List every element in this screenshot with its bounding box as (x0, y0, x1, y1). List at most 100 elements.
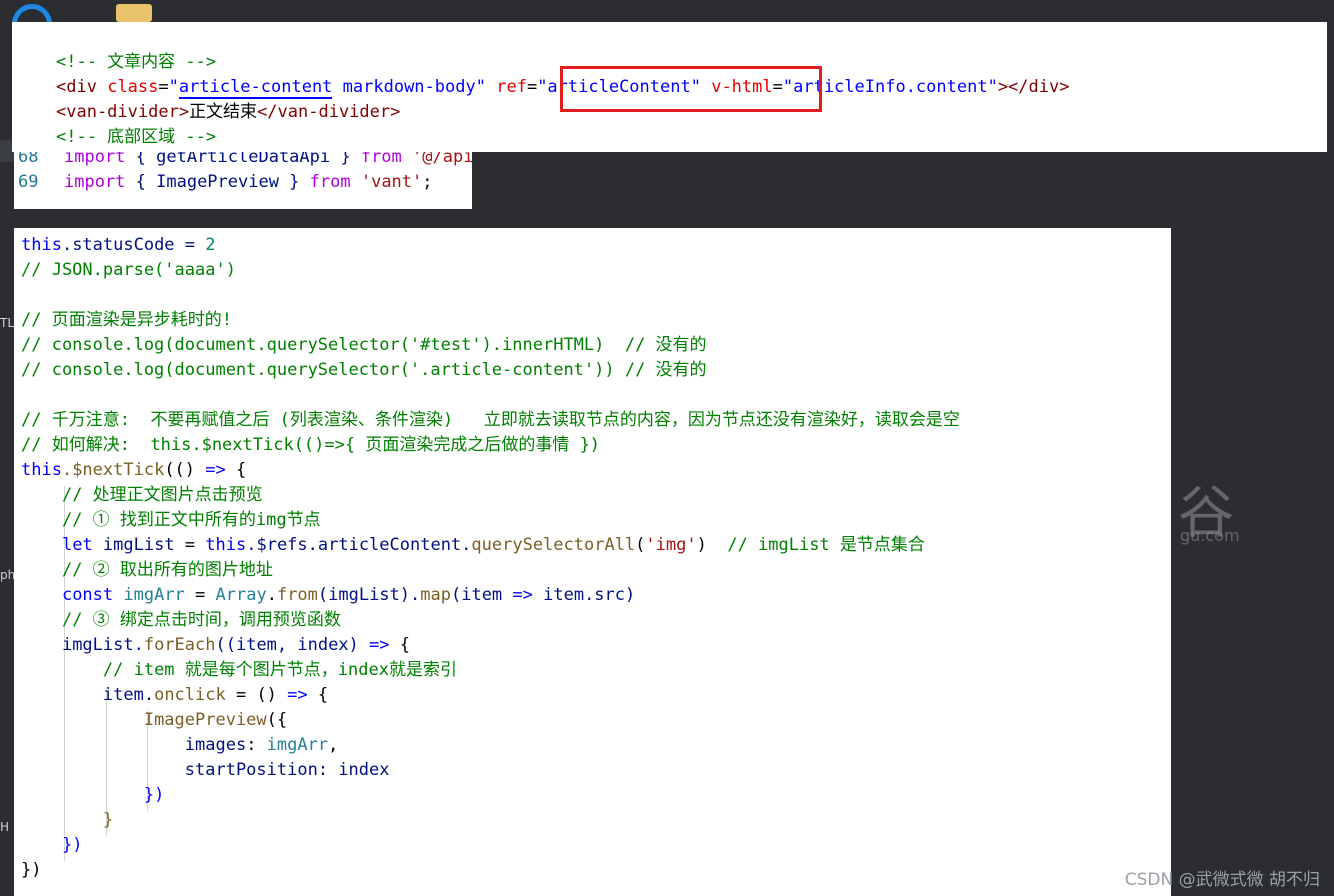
code-quote: " (475, 77, 486, 97)
code-keyword: import (64, 152, 126, 167)
code-variable: imgArr (266, 735, 329, 755)
code-keyword: import (64, 172, 126, 192)
code-number: 2 (205, 235, 216, 255)
code-arrow: => (205, 460, 226, 480)
code-comment: // ② 取出所有的图片地址 (61, 560, 273, 580)
code-keyword: from (360, 152, 402, 167)
code-line: <!-- 底部区域 --> (12, 125, 1327, 150)
code-text: item.src) (532, 585, 636, 605)
code-function: onclick (154, 685, 226, 705)
code-text: .statusCode = (61, 235, 206, 255)
code-function: from (276, 585, 318, 605)
code-line: // ① 找到正文中所有的img节点 (14, 508, 1171, 533)
code-arrow: => (512, 585, 533, 605)
code-text: ((item, index) (215, 635, 370, 655)
code-attr: class (107, 77, 159, 97)
code-line: <!-- 文章内容 --> (12, 50, 1327, 75)
code-quote: " (168, 77, 179, 97)
code-line: 68 import { getArticleDataApi } from '@/a… (14, 152, 472, 170)
code-string: 'img' (645, 535, 697, 555)
code-tag: ></div> (997, 77, 1070, 97)
code-punct: ; (422, 172, 433, 192)
code-property: startPosition (184, 760, 318, 780)
desktop-label-3: H (0, 820, 10, 834)
code-text: (() (164, 460, 206, 480)
code-keyword: let (61, 535, 93, 555)
code-string: '@/api (401, 152, 472, 167)
code-property: images (184, 735, 247, 755)
code-text: , (328, 735, 339, 755)
code-line: // ③ 绑定点击时间，调用预览函数 (14, 608, 1171, 633)
desktop-label-2: ph (0, 568, 16, 582)
code-line: // 页面渲染是异步耗时的! (14, 308, 1171, 333)
code-text: 正文结束 (189, 102, 258, 122)
code-class-rest: markdown-body (332, 77, 476, 97)
code-comment: // item 就是每个图片节点，index就是索引 (102, 660, 457, 680)
code-bracket: }) (21, 860, 42, 880)
code-text: { (389, 635, 410, 655)
code-vhtml-value: "articleInfo.content" (782, 77, 998, 97)
folder-icon[interactable] (116, 4, 152, 22)
code-text: { ImagePreview } (125, 172, 310, 192)
code-function: querySelectorAll (471, 535, 636, 555)
code-bracket: }) (61, 835, 83, 855)
code-ref-attr: ref (496, 77, 527, 97)
code-comment: // 处理正文图片点击预览 (61, 485, 263, 505)
code-line: item.onclick = () => { (14, 683, 1171, 708)
code-function: forEach (143, 635, 216, 655)
code-keyword: this (21, 460, 62, 480)
code-text: { (307, 685, 329, 705)
line-number: 69 (18, 172, 39, 192)
code-comment: // ③ 绑定点击时间，调用预览函数 (61, 610, 341, 630)
code-text: (imgList). (317, 585, 421, 605)
code-variable: imgList (92, 535, 175, 555)
code-tag: <div (56, 77, 97, 97)
code-function: ImagePreview (143, 710, 267, 730)
code-text: { getArticleDataApi } (125, 152, 361, 167)
desktop-label-1: TL (0, 316, 15, 330)
code-line: // ② 取出所有的图片地址 (14, 558, 1171, 583)
code-text: { (225, 460, 247, 480)
code-eq: = (772, 77, 783, 97)
code-tag: <van-divider> (56, 102, 190, 122)
code-keyword: this (21, 235, 62, 255)
code-text: = (174, 535, 206, 555)
code-keyword: const (61, 585, 114, 605)
code-comment: // 如何解决: this.$nextTick(()=>{ 页面渲染完成之后做的… (21, 435, 601, 455)
code-eq: = (526, 77, 538, 97)
script-code-panel: this.statusCode = 2 // JSON.parse('aaaa'… (14, 228, 1171, 896)
code-text: item. (102, 685, 155, 705)
code-keyword: this (205, 535, 247, 555)
code-text: : (246, 735, 267, 755)
code-comment: <!-- 底部区域 --> (56, 127, 217, 147)
code-comment: // console.log(document.querySelector('#… (21, 335, 707, 355)
code-line: // JSON.parse('aaaa') (14, 258, 1171, 283)
code-function: .$nextTick (61, 460, 165, 480)
import-code-panel: 68 import { getArticleDataApi } from '@/a… (14, 152, 472, 209)
code-comment: // 千万注意: 不要再赋值之后 (列表渲染、条件渲染) 立即就去读取节点的内容… (21, 410, 960, 430)
code-tag: </van-divider> (257, 102, 401, 122)
code-text: (item (450, 585, 513, 605)
code-bracket: } (102, 810, 114, 830)
code-text: ( (635, 535, 646, 555)
code-comment: // JSON.parse('aaaa') (21, 260, 236, 280)
code-line: this.statusCode = 2 (14, 233, 1171, 258)
code-line: // item 就是每个图片节点，index就是索引 (14, 658, 1171, 683)
template-code-panel: <!-- 文章内容 --> <div class="article-conten… (12, 22, 1327, 152)
code-string: 'vant' (350, 172, 423, 192)
code-line: }) (14, 783, 1171, 808)
code-variable: imgArr (113, 585, 185, 605)
code-comment: // 页面渲染是异步耗时的! (21, 310, 232, 330)
code-line: // console.log(document.querySelector('#… (14, 333, 1171, 358)
code-vhtml-attr: v-html (711, 77, 773, 97)
line-number: 68 (18, 152, 39, 167)
code-eq: = (158, 77, 169, 97)
code-comment: // ① 找到正文中所有的img节点 (61, 510, 321, 530)
code-ref-value: "articleContent" (537, 77, 701, 97)
code-bracket: }) (143, 785, 165, 805)
code-text: = () (225, 685, 288, 705)
code-line: }) (14, 833, 1171, 858)
code-line: <van-divider>正文结束</van-divider> (12, 100, 1327, 125)
code-text: .$refs.articleContent. (246, 535, 472, 555)
